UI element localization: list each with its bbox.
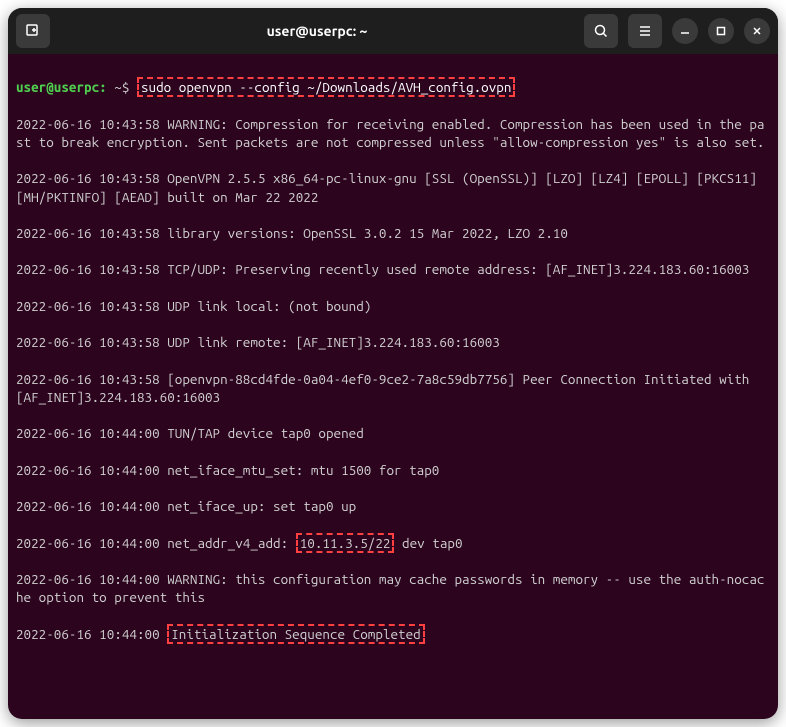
prompt-user-host: user@userpc: [16, 79, 99, 95]
minimize-button[interactable]: [672, 18, 698, 44]
output-line: 2022-06-16 10:43:58 UDP link remote: [AF…: [16, 333, 770, 351]
command-highlight: sudo openvpn --config ~/Downloads/AVH_co…: [137, 77, 515, 97]
output-line: 2022-06-16 10:44:00 net_iface_mtu_set: m…: [16, 461, 770, 479]
maximize-icon: [716, 26, 726, 36]
output-line: 2022-06-16 10:44:00 TUN/TAP device tap0 …: [16, 424, 770, 442]
prompt-dollar: ~$: [107, 79, 137, 95]
completion-highlight: Initialization Sequence Completed: [167, 624, 424, 644]
output-line: 2022-06-16 10:43:58 library versions: Op…: [16, 224, 770, 242]
output-line: 2022-06-16 10:43:58 WARNING: Compression…: [16, 115, 770, 151]
output-line: 2022-06-16 10:43:58 UDP link local: (not…: [16, 297, 770, 315]
prompt-separator: :: [99, 79, 107, 95]
titlebar: user@userpc: ~: [8, 8, 778, 54]
search-icon: [593, 23, 609, 39]
close-icon: [752, 26, 762, 36]
output-line: 2022-06-16 10:44:00 WARNING: this config…: [16, 570, 770, 606]
maximize-button[interactable]: [708, 18, 734, 44]
terminal-window: user@userpc: ~ user@userpc: ~$ sudo open…: [8, 8, 778, 719]
terminal-body[interactable]: user@userpc: ~$ sudo openvpn --config ~/…: [8, 54, 778, 719]
menu-button[interactable]: [628, 14, 662, 48]
output-line: 2022-06-16 10:43:58 OpenVPN 2.5.5 x86_64…: [16, 169, 770, 205]
output-line: 2022-06-16 10:44:00 net_iface_up: set ta…: [16, 497, 770, 515]
output-text: dev tap0: [394, 535, 462, 551]
output-text: 2022-06-16 10:44:00: [16, 626, 167, 642]
search-button[interactable]: [584, 14, 618, 48]
output-line: 2022-06-16 10:44:00 Initialization Seque…: [16, 625, 770, 643]
window-title: user@userpc: ~: [56, 23, 578, 39]
close-button[interactable]: [744, 18, 770, 44]
output-line: 2022-06-16 10:44:00 net_addr_v4_add: 10.…: [16, 534, 770, 552]
minimize-icon: [680, 26, 690, 36]
new-tab-icon: [25, 23, 41, 39]
output-text: 2022-06-16 10:44:00 net_addr_v4_add:: [16, 535, 296, 551]
prompt-line: user@userpc: ~$ sudo openvpn --config ~/…: [16, 78, 770, 96]
hamburger-icon: [637, 23, 653, 39]
output-line: 2022-06-16 10:43:58 [openvpn-88cd4fde-0a…: [16, 370, 770, 406]
ip-highlight: 10.11.3.5/22: [296, 533, 395, 553]
new-tab-button[interactable]: [16, 14, 50, 48]
output-line: 2022-06-16 10:43:58 TCP/UDP: Preserving …: [16, 260, 770, 278]
